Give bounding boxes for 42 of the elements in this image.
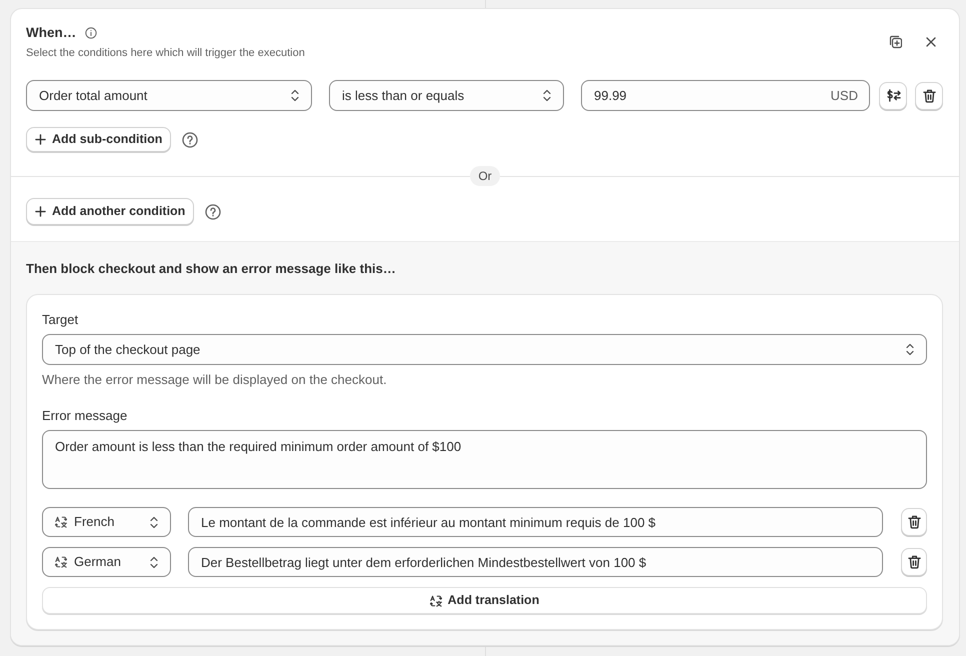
- help-icon[interactable]: [205, 204, 222, 220]
- translation-input[interactable]: Le montant de la commande est inférieur au montant minimum requis de 100 $: [188, 507, 883, 537]
- language-select[interactable]: German: [42, 547, 171, 577]
- select-arrows-icon: [150, 516, 158, 528]
- copy-icon: [888, 35, 902, 49]
- translate-icon: [430, 594, 442, 606]
- close-icon: [926, 37, 936, 47]
- operator-select[interactable]: is less than or equals: [329, 80, 564, 111]
- select-arrows-icon: [291, 89, 299, 102]
- action-heading: Then block checkout and show an error message like this…: [26, 260, 397, 278]
- select-arrows-icon: [150, 556, 158, 568]
- currency-label: USD: [830, 88, 858, 104]
- currency-swap-icon: [886, 89, 900, 102]
- language-select[interactable]: French: [42, 507, 171, 537]
- field-help-text: Where the error message will be displayed on the checkout.: [42, 372, 388, 388]
- trash-icon: [908, 515, 920, 529]
- section-title: When…: [26, 24, 76, 42]
- delete-translation-button[interactable]: [901, 508, 927, 536]
- field-label: Target: [42, 312, 80, 328]
- field-label: Error message: [42, 408, 128, 424]
- target-select[interactable]: Top of the checkout page: [42, 334, 927, 365]
- error-message-field[interactable]: Order amount is less than the required minimum order amount of $100: [42, 430, 927, 489]
- trash-icon: [922, 88, 936, 102]
- translate-icon: [55, 516, 67, 528]
- translate-icon: [55, 556, 67, 568]
- condition-field-select[interactable]: Order total amount: [26, 80, 312, 111]
- select-arrows-icon: [543, 89, 551, 102]
- help-icon[interactable]: [182, 132, 198, 148]
- select-arrows-icon: [906, 343, 914, 356]
- delete-condition-button[interactable]: [915, 82, 943, 110]
- info-icon[interactable]: [85, 27, 98, 39]
- add-sub-condition-button[interactable]: Add sub-condition: [26, 127, 172, 152]
- currency-swap-button[interactable]: [879, 82, 907, 110]
- add-condition-button[interactable]: Add another condition: [26, 198, 194, 225]
- section-subtitle: Select the conditions here which will trigger the execution: [26, 46, 305, 60]
- delete-translation-button[interactable]: [901, 548, 927, 576]
- add-translation-button[interactable]: Add translation: [42, 587, 927, 614]
- translation-input[interactable]: Der Bestellbetrag liegt unter dem erforderlichen Mindestbestellwert von 100 $: [188, 547, 883, 577]
- trash-icon: [908, 555, 920, 569]
- plus-icon: [35, 206, 46, 217]
- or-separator-label: Or: [470, 166, 500, 186]
- plus-icon: [35, 134, 46, 145]
